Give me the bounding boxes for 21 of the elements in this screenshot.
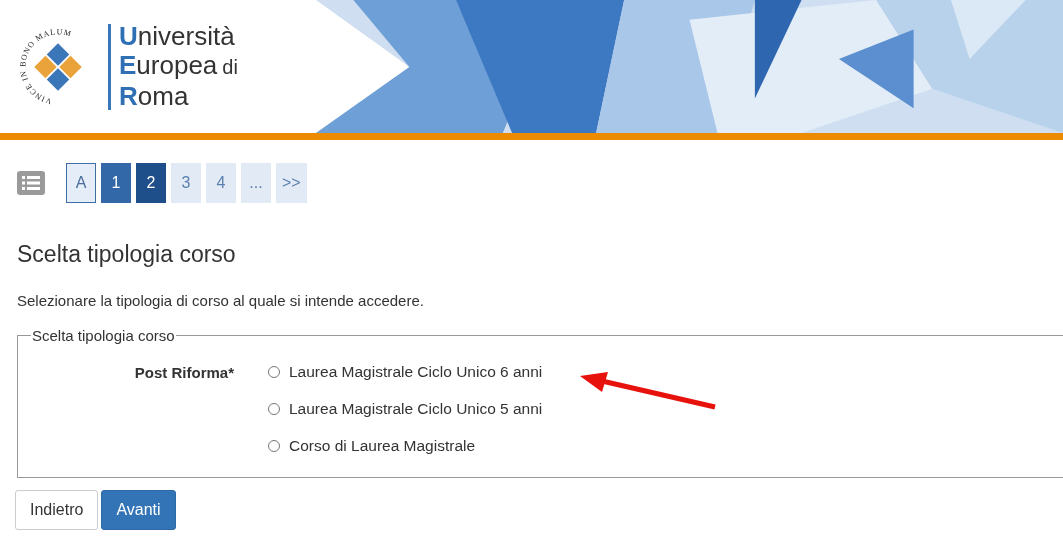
step-tab[interactable]: 1	[101, 163, 131, 203]
step-tab[interactable]: 3	[171, 163, 201, 203]
panel-legend: Scelta tipologia corso	[31, 327, 176, 344]
radio-option[interactable]: Laurea Magistrale Ciclo Unico 6 anni	[268, 358, 543, 385]
list-icon[interactable]	[17, 171, 45, 195]
description-text: Selezionare la tipologia di corso al quale si intende accedere.	[17, 292, 425, 309]
step-tab[interactable]: >>	[276, 163, 307, 203]
logo-text: Europea	[119, 51, 218, 80]
back-button[interactable]: Indietro	[15, 490, 99, 530]
field-label: Post Riforma*	[133, 363, 234, 383]
logo-text: Roma	[119, 82, 189, 111]
step-tab[interactable]: 4	[206, 163, 236, 203]
step-tab[interactable]: A	[66, 163, 96, 203]
next-button[interactable]: Avanti	[101, 490, 176, 530]
step-tab[interactable]: ...	[241, 163, 271, 203]
logo-text: di	[222, 55, 238, 80]
radio-option[interactable]: Laurea Magistrale Ciclo Unico 5 anni	[268, 395, 543, 422]
radio-option[interactable]: Corso di Laurea Magistrale	[268, 432, 543, 459]
step-tab[interactable]: 2	[136, 163, 166, 203]
logo-text: Università	[119, 22, 235, 51]
page-title: Scelta tipologia corso	[17, 241, 237, 268]
